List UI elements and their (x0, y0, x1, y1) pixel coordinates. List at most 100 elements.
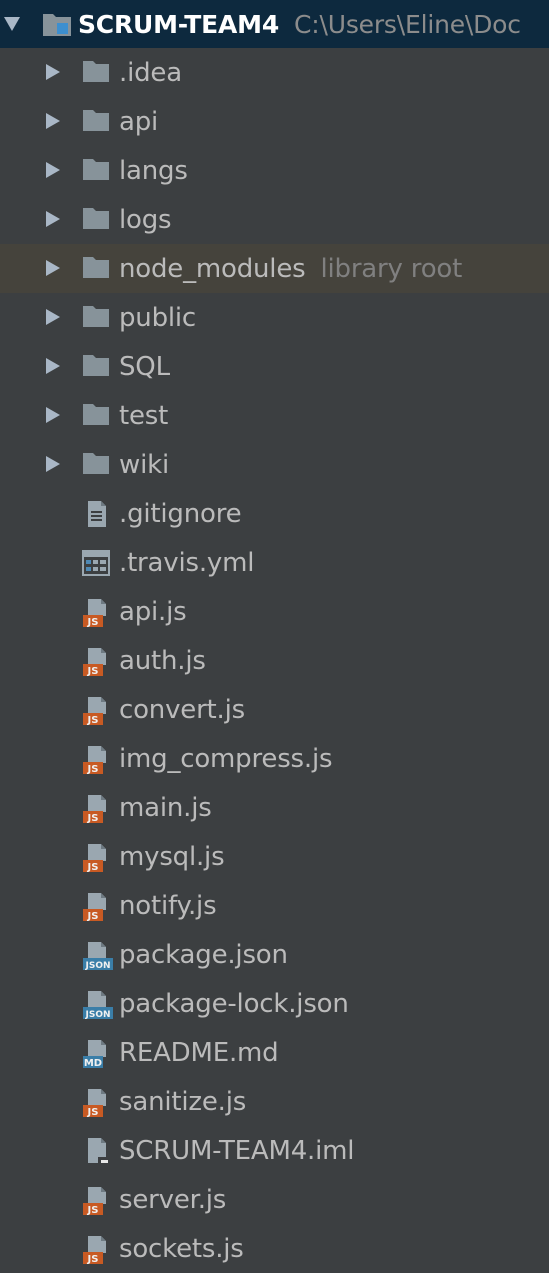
chevron-right-icon[interactable] (46, 211, 60, 227)
js-file-icon: JS (82, 598, 110, 628)
js-file-icon: JS (82, 843, 110, 873)
folder-row-test[interactable]: test (0, 391, 549, 440)
folder-label: .idea (119, 48, 182, 97)
file-name: convert.js (119, 694, 245, 725)
folder-icon (82, 255, 110, 283)
file-name: SCRUM-TEAM4.iml (119, 1135, 355, 1166)
project-folder-icon (42, 10, 71, 38)
folder-row-logs[interactable]: logs (0, 195, 549, 244)
folder-name: langs (119, 155, 188, 186)
folder-label: SQL (119, 342, 170, 391)
file-row-sockets-js[interactable]: JS sockets.js (0, 1224, 549, 1273)
file-name: .travis.yml (119, 547, 255, 578)
file-label: README.md (119, 1028, 279, 1077)
svg-text:MD: MD (84, 1058, 102, 1069)
svg-text:JS: JS (87, 666, 99, 677)
chevron-right-icon[interactable] (46, 64, 60, 80)
folder-row-wiki[interactable]: wiki (0, 440, 549, 489)
svg-text:JS: JS (87, 715, 99, 726)
file-label: sockets.js (119, 1224, 244, 1273)
file-label: SCRUM-TEAM4.iml (119, 1126, 354, 1175)
chevron-right-icon[interactable] (46, 407, 60, 423)
folder-label: langs (119, 146, 188, 195)
folder-label: logs (119, 195, 172, 244)
folder-icon (82, 157, 110, 185)
file-row-sanitize-js[interactable]: JS sanitize.js (0, 1077, 549, 1126)
project-path: C:\Users\Eline\Doc (294, 9, 521, 39)
folder-row-langs[interactable]: langs (0, 146, 549, 195)
yml-file-icon (82, 549, 110, 577)
folder-label: test (119, 391, 168, 440)
file-label: main.js (119, 783, 212, 832)
folder-row-node-modules[interactable]: node_modules library root (0, 244, 549, 293)
file-name: package-lock.json (119, 988, 349, 1019)
chevron-right-icon[interactable] (46, 358, 60, 374)
folder-row-idea[interactable]: .idea (0, 48, 549, 97)
folder-name: public (119, 302, 197, 333)
file-name: auth.js (119, 645, 206, 676)
file-row-scrum-team4-iml[interactable]: SCRUM-TEAM4.iml (0, 1126, 549, 1175)
folder-icon (82, 108, 110, 136)
chevron-down-icon[interactable] (4, 17, 20, 31)
chevron-right-icon[interactable] (46, 162, 60, 178)
file-label: .gitignore (119, 489, 242, 538)
file-row-notify-js[interactable]: JS notify.js (0, 881, 549, 930)
file-name: sanitize.js (119, 1086, 247, 1117)
file-name: mysql.js (119, 841, 225, 872)
text-file-icon (82, 500, 110, 528)
file-row-mysql-js[interactable]: JS mysql.js (0, 832, 549, 881)
folder-name: api (119, 106, 159, 137)
project-root-label: SCRUM-TEAM4 C:\Users\Eline\Doc (78, 0, 521, 48)
file-row-auth-js[interactable]: JS auth.js (0, 636, 549, 685)
chevron-right-icon[interactable] (46, 113, 60, 129)
file-row-img-compress-js[interactable]: JS img_compress.js (0, 734, 549, 783)
folder-name: .idea (119, 57, 182, 88)
file-name: package.json (119, 939, 288, 970)
project-tree: SCRUM-TEAM4 C:\Users\Eline\Doc .idea api l… (0, 0, 549, 1272)
folder-icon (82, 206, 110, 234)
file-name: api.js (119, 596, 187, 627)
file-name: .gitignore (119, 498, 242, 529)
file-row-api-js[interactable]: JS api.js (0, 587, 549, 636)
file-name: sockets.js (119, 1233, 244, 1264)
folder-icon (82, 59, 110, 87)
file-label: package-lock.json (119, 979, 349, 1028)
file-label: sanitize.js (119, 1077, 246, 1126)
chevron-right-icon[interactable] (46, 309, 60, 325)
file-row-package-json[interactable]: JSON package.json (0, 930, 549, 979)
file-row-travis-yml[interactable]: .travis.yml (0, 538, 549, 587)
file-label: convert.js (119, 685, 245, 734)
file-row-main-js[interactable]: JS main.js (0, 783, 549, 832)
project-root-row[interactable]: SCRUM-TEAM4 C:\Users\Eline\Doc (0, 0, 549, 48)
svg-text:JS: JS (87, 1205, 99, 1216)
folder-label: public (119, 293, 196, 342)
file-row-package-lock-json[interactable]: JSON package-lock.json (0, 979, 549, 1028)
project-name: SCRUM-TEAM4 (78, 9, 280, 39)
file-row-convert-js[interactable]: JS convert.js (0, 685, 549, 734)
svg-text:JS: JS (87, 813, 99, 824)
chevron-right-icon[interactable] (46, 260, 60, 276)
svg-text:JS: JS (87, 764, 99, 775)
chevron-right-icon[interactable] (46, 456, 60, 472)
js-file-icon: JS (82, 1235, 110, 1265)
folder-row-sql[interactable]: SQL (0, 342, 549, 391)
file-name: README.md (119, 1037, 279, 1068)
svg-text:JS: JS (87, 1254, 99, 1265)
folder-label: wiki (119, 440, 169, 489)
folder-row-api[interactable]: api (0, 97, 549, 146)
folder-icon (82, 402, 110, 430)
iml-file-icon (82, 1137, 110, 1165)
file-row-server-js[interactable]: JS server.js (0, 1175, 549, 1224)
folder-label: api (119, 97, 158, 146)
folder-row-public[interactable]: public (0, 293, 549, 342)
folder-name: SQL (119, 351, 170, 382)
file-name: server.js (119, 1184, 227, 1215)
file-label: package.json (119, 930, 288, 979)
library-root-hint: library root (320, 253, 463, 284)
js-file-icon: JS (82, 696, 110, 726)
md-file-icon: MD (82, 1039, 110, 1069)
svg-text:JSON: JSON (84, 961, 110, 971)
js-file-icon: JS (82, 647, 110, 677)
file-row-readme-md[interactable]: MD README.md (0, 1028, 549, 1077)
file-row-gitignore[interactable]: .gitignore (0, 489, 549, 538)
